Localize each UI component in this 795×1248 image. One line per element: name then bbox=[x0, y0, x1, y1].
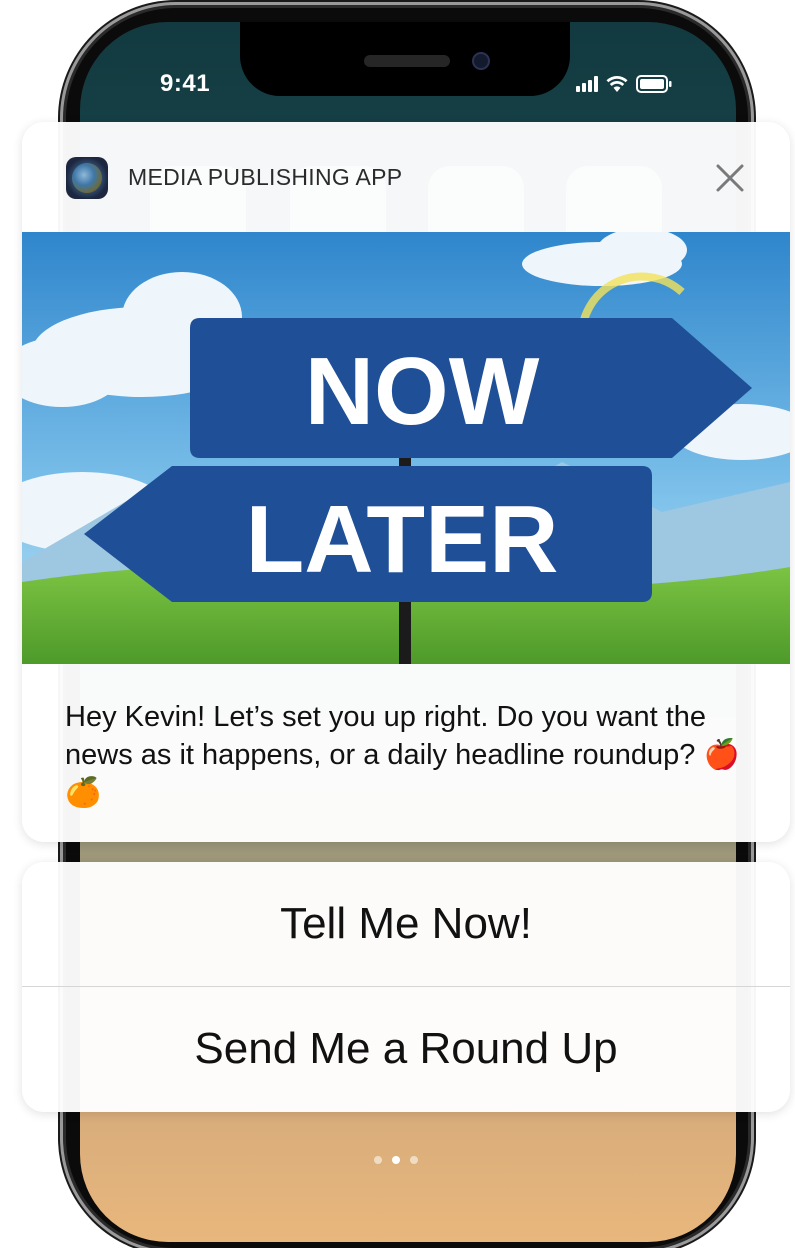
status-time: 9:41 bbox=[160, 70, 211, 97]
app-name: MEDIA PUBLISHING APP bbox=[128, 164, 403, 190]
sign-later-text: LATER bbox=[246, 486, 559, 593]
notification-message: Hey Kevin! Let’s set you up right. Do yo… bbox=[65, 701, 740, 809]
close-icon[interactable] bbox=[712, 160, 748, 196]
notification-actions: Tell Me Now! Send Me a Round Up bbox=[22, 862, 790, 1112]
notification-card[interactable]: MEDIA PUBLISHING APP NOW LATER Hey Kevin… bbox=[22, 122, 790, 842]
battery-icon bbox=[636, 75, 672, 93]
wifi-icon bbox=[606, 76, 628, 92]
status-icons bbox=[576, 74, 672, 94]
send-round-up-button[interactable]: Send Me a Round Up bbox=[22, 987, 790, 1111]
page-indicator bbox=[374, 1156, 418, 1164]
notification-image: NOW LATER bbox=[22, 232, 790, 664]
sign-now-text: NOW bbox=[305, 338, 540, 445]
front-camera bbox=[472, 52, 490, 70]
app-icon bbox=[66, 157, 108, 199]
tell-me-now-button[interactable]: Tell Me Now! bbox=[22, 862, 790, 986]
signal-icon bbox=[576, 76, 598, 92]
speaker bbox=[364, 55, 450, 67]
